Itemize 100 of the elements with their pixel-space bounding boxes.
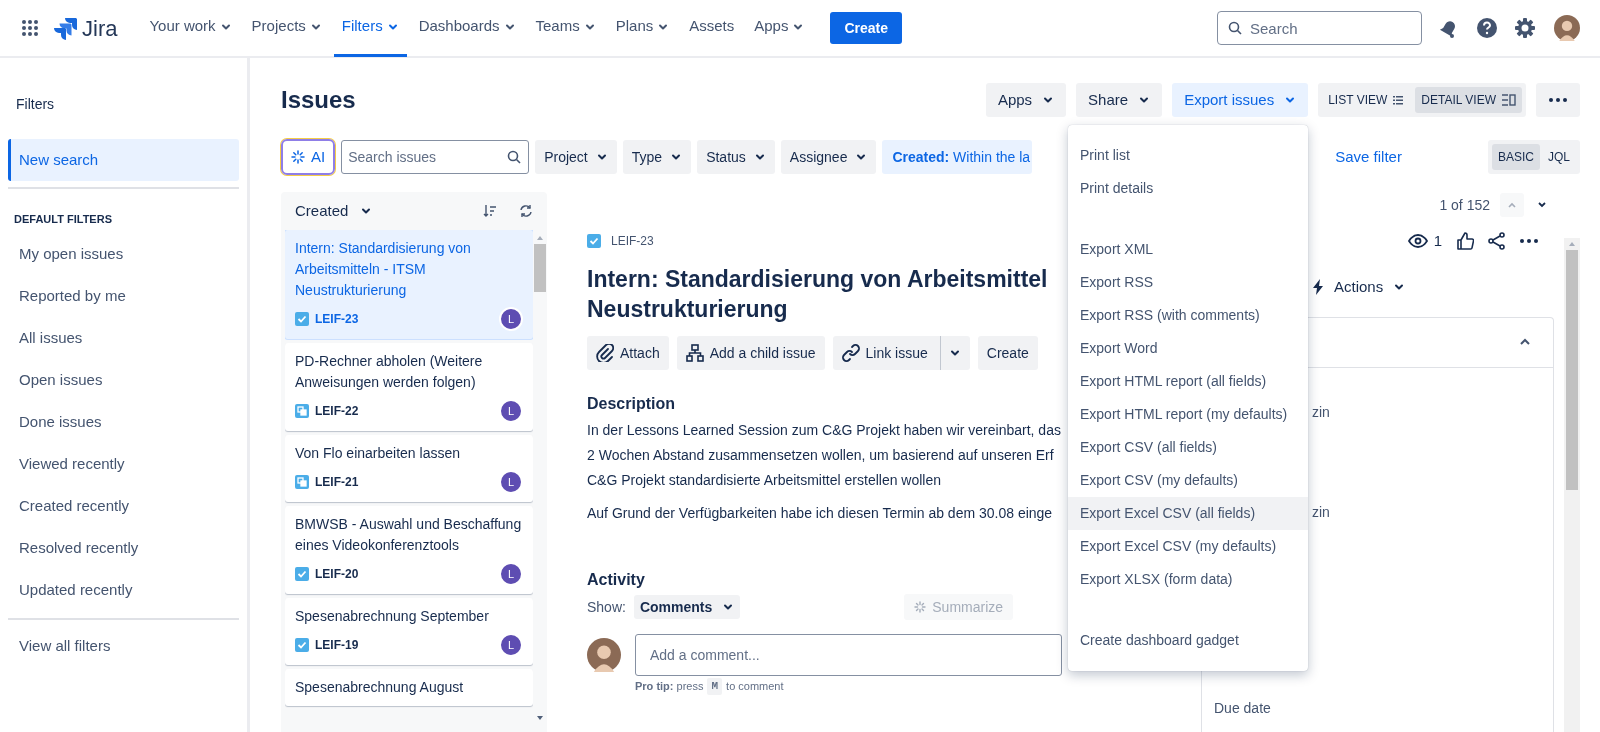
sidebar-item[interactable]: Viewed recently — [8, 443, 239, 486]
toolbar-button[interactable]: Share — [1076, 83, 1163, 117]
filter-dropdown[interactable]: Status — [697, 140, 775, 174]
app-grid-icon[interactable] — [20, 18, 40, 38]
view-all-filters-link[interactable]: View all filters — [8, 625, 239, 668]
menu-item[interactable]: Export Excel CSV (my defaults) — [1068, 530, 1308, 563]
menu-item[interactable]: Export Excel CSV (all fields) — [1068, 497, 1308, 530]
menu-item[interactable]: Export XML — [1068, 233, 1308, 266]
menu-item[interactable]: Export CSV (my defaults) — [1068, 464, 1308, 497]
menu-item[interactable]: Export Word — [1068, 332, 1308, 365]
nav-tab[interactable]: Plans — [607, 0, 678, 57]
more-button[interactable] — [1536, 83, 1580, 117]
sidebar-item[interactable]: Resolved recently — [8, 527, 239, 570]
issue-card[interactable]: Von Flo einarbeiten lassen LEIF-21 L — [285, 435, 533, 502]
scrollbar[interactable] — [1564, 238, 1580, 732]
comment-field[interactable]: Add a comment... — [635, 634, 1062, 676]
menu-item[interactable]: Export CSV (all fields) — [1068, 431, 1308, 464]
action-button[interactable]: Add a child issue — [676, 336, 825, 370]
list-icon — [1393, 95, 1404, 105]
menu-item[interactable]: Export HTML report (my defaults) — [1068, 398, 1308, 431]
search-field[interactable]: Search — [1217, 11, 1422, 45]
filter-dropdown[interactable]: Type — [622, 140, 692, 174]
sort-dropdown[interactable]: Created — [295, 199, 373, 223]
menu-item[interactable]: Export RSS (with comments) — [1068, 299, 1308, 332]
field-text: zin — [1312, 502, 1330, 522]
nav-tab[interactable]: Your work — [141, 0, 240, 57]
menu-item[interactable]: Print details — [1068, 172, 1308, 205]
mode-toggle[interactable]: BASIC — [1491, 144, 1540, 170]
nav-tab[interactable]: Projects — [243, 0, 330, 57]
nav-tab[interactable]: Teams — [527, 0, 604, 57]
menu-item[interactable]: Export HTML report (all fields) — [1068, 365, 1308, 398]
view-toggle[interactable]: LIST VIEW — [1322, 87, 1410, 113]
menu-item[interactable]: Export RSS — [1068, 266, 1308, 299]
issue-card[interactable]: Spesenabrechnung August — [285, 669, 533, 706]
toolbar-button[interactable]: Apps — [985, 83, 1067, 117]
view-toggle[interactable]: DETAIL VIEW — [1415, 87, 1522, 113]
issue-card[interactable]: Intern: Standardisierung von Arbeitsmitteln - ITSM Neustrukturierung LEIF-23 L — [285, 230, 533, 339]
scrollbar-thumb[interactable] — [1566, 250, 1578, 490]
watchers-button[interactable]: 1 — [1407, 229, 1442, 253]
sidebar-title: Filters — [15, 95, 56, 114]
sort-order-icon[interactable] — [483, 204, 497, 218]
sidebar-item[interactable]: Open issues — [8, 359, 239, 402]
issue-card[interactable]: PD-Rechner abholen (Weitere Anweisungen werden folgen) LEIF-22 L — [285, 343, 533, 431]
search-field[interactable]: Search issues — [341, 140, 530, 174]
issue-key: LEIF-22 — [315, 402, 359, 420]
ai-button[interactable]: AI — [281, 139, 336, 175]
nav-tab[interactable]: Dashboards — [410, 0, 524, 57]
more-icon[interactable] — [1520, 239, 1538, 243]
scrollbar-thumb[interactable] — [534, 244, 546, 292]
description-line: 2 Wochen Abstand zusammensetzen wollen, um basierend auf unseren Erf — [587, 446, 1054, 465]
nav-tab[interactable]: Assets — [681, 0, 743, 57]
filter-dropdown[interactable]: Assignee — [780, 140, 877, 174]
action-button[interactable]: Link issue — [832, 336, 970, 370]
issue-key[interactable]: LEIF-23 — [611, 232, 654, 250]
help-icon[interactable] — [1476, 17, 1498, 39]
assignee-avatar: L — [499, 633, 523, 657]
checkbox-icon — [295, 312, 309, 326]
sidebar-item[interactable]: All issues — [8, 317, 239, 360]
chevron-up-icon — [1507, 200, 1517, 210]
sidebar-item[interactable]: Reported by me — [8, 275, 239, 318]
pager-text: 1 of 152 — [1439, 195, 1490, 215]
sidebar-item[interactable]: Updated recently — [8, 569, 239, 612]
issue-card[interactable]: BMWSB - Auswahl und Beschaffung eines Videokonferenztools LEIF-20 L — [285, 506, 533, 594]
menu-item[interactable]: Create dashboard gadget — [1068, 624, 1308, 657]
sparkle-icon — [914, 601, 927, 613]
scroll-up-icon — [536, 234, 544, 242]
action-button[interactable]: Create — [977, 336, 1038, 370]
save-filter-link[interactable]: Save filter — [1335, 145, 1402, 169]
paperclip-icon — [596, 344, 614, 362]
issue-title: Von Flo einarbeiten lassen — [295, 444, 461, 463]
create-button[interactable]: Create — [830, 12, 903, 44]
sidebar-item[interactable]: New search — [8, 139, 239, 181]
nav-tab[interactable]: Apps — [746, 0, 813, 57]
menu-item[interactable]: Export XLSX (form data) — [1068, 563, 1308, 596]
sidebar-item[interactable]: Done issues — [8, 401, 239, 444]
avatar-icon[interactable] — [587, 638, 621, 672]
lightning-icon — [1312, 279, 1324, 296]
action-button[interactable]: Attach — [587, 336, 669, 370]
menu-item[interactable]: Print list — [1068, 139, 1308, 172]
actions-button[interactable]: Actions — [1312, 276, 1406, 299]
show-dropdown[interactable]: Comments — [633, 595, 741, 619]
description-line: C&G Projekt standardisierte Arbeitsmittel erstellen wollen — [587, 471, 942, 490]
issue-title: PD-Rechner abholen (Weitere Anweisungen werden folgen) — [295, 352, 484, 392]
search-icon — [1228, 21, 1242, 35]
mode-toggle[interactable]: JQL — [1542, 144, 1576, 170]
avatar-icon[interactable] — [1554, 15, 1580, 41]
issue-title-line: Intern: Standardisierung von Arbeitsmittel — [587, 265, 1048, 294]
issue-card[interactable]: Spesenabrechnung September LEIF-19 L — [285, 598, 533, 665]
share-icon[interactable] — [1488, 232, 1506, 250]
logo-icon — [54, 16, 78, 40]
assignee-avatar: L — [499, 562, 523, 586]
sidebar-item[interactable]: Created recently — [8, 485, 239, 528]
filter-dropdown[interactable]: Project — [535, 140, 617, 174]
filter-chip[interactable]: Created: Within the la — [882, 140, 1033, 174]
toolbar-button[interactable]: Export issues — [1172, 83, 1309, 117]
thumbs-up-icon[interactable] — [1456, 232, 1474, 250]
nav-tab[interactable]: Filters — [333, 0, 407, 57]
field-text: zin — [1312, 402, 1330, 422]
refresh-icon[interactable] — [519, 204, 533, 218]
sidebar-item[interactable]: My open issues — [8, 233, 239, 276]
